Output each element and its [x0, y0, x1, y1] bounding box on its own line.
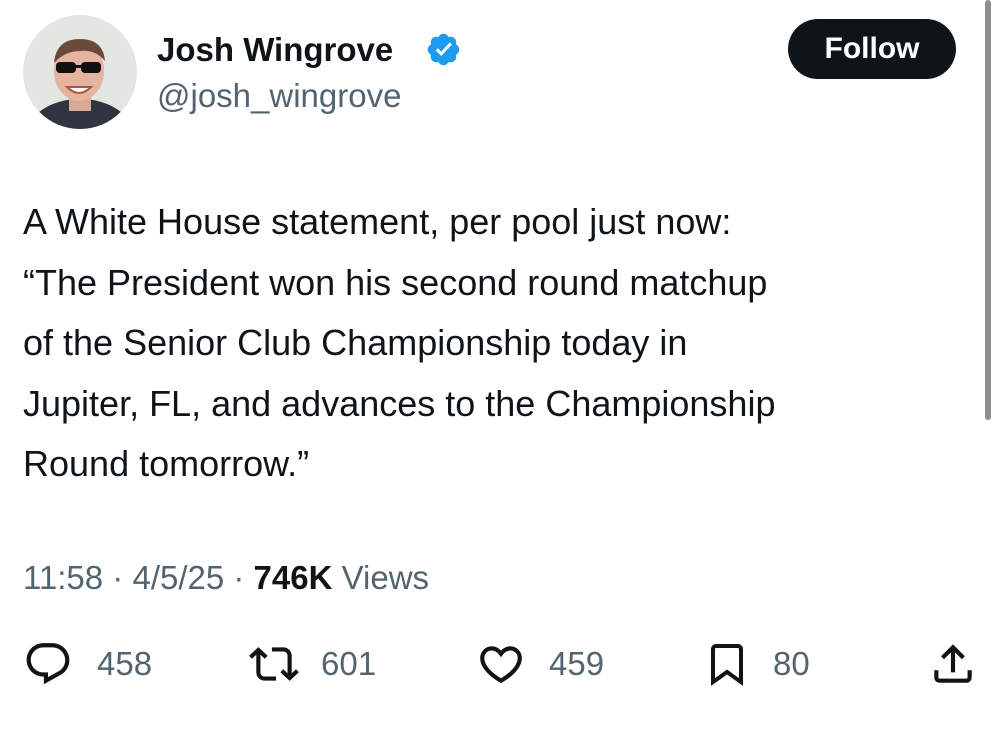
share-icon: [934, 644, 972, 683]
meta-separator: ·: [103, 559, 133, 596]
avatar-image: [23, 15, 137, 129]
follow-button[interactable]: Follow: [788, 19, 956, 79]
share-button[interactable]: [928, 636, 978, 692]
tweet-text: A White House statement, per pool just n…: [23, 192, 968, 495]
tweet-meta: 11:58 · 4/5/25 · 746K Views: [23, 558, 429, 598]
avatar[interactable]: [23, 15, 137, 129]
like-icon: [480, 646, 522, 684]
tweet-date[interactable]: 4/5/25: [132, 559, 224, 596]
views-count: 746K: [253, 559, 333, 596]
verified-icon: [427, 33, 460, 66]
bookmark-count: 80: [773, 645, 810, 682]
bookmark-icon: [711, 644, 743, 686]
repost-count: 601: [321, 645, 377, 682]
tweet-text-line: A White House statement, per pool just n…: [23, 201, 732, 242]
tweet-text-line: Round tomorrow.”: [23, 443, 310, 484]
author-handle[interactable]: @josh_wingrove: [157, 76, 401, 116]
reply-count: 458: [97, 645, 153, 682]
repost-icon: [249, 647, 299, 681]
tweet-text-line: “The President won his second round matc…: [23, 261, 768, 303]
tweet-time[interactable]: 11:58: [23, 559, 103, 596]
reply-button[interactable]: 458: [23, 636, 152, 692]
reply-icon: [26, 643, 70, 685]
views-label: Views: [332, 559, 430, 596]
bookmark-button[interactable]: 80: [703, 636, 810, 692]
like-count: 459: [549, 645, 605, 682]
author-name[interactable]: Josh Wingrove: [157, 30, 393, 70]
tweet-text-line: Jupiter, FL, and advances to the Champio…: [23, 382, 776, 424]
scrollbar[interactable]: [985, 0, 991, 420]
like-button[interactable]: 459: [475, 636, 604, 692]
tweet-text-line: of the Senior Club Championship today in: [23, 322, 688, 363]
meta-separator: ·: [224, 559, 254, 596]
repost-button[interactable]: 601: [245, 636, 376, 692]
